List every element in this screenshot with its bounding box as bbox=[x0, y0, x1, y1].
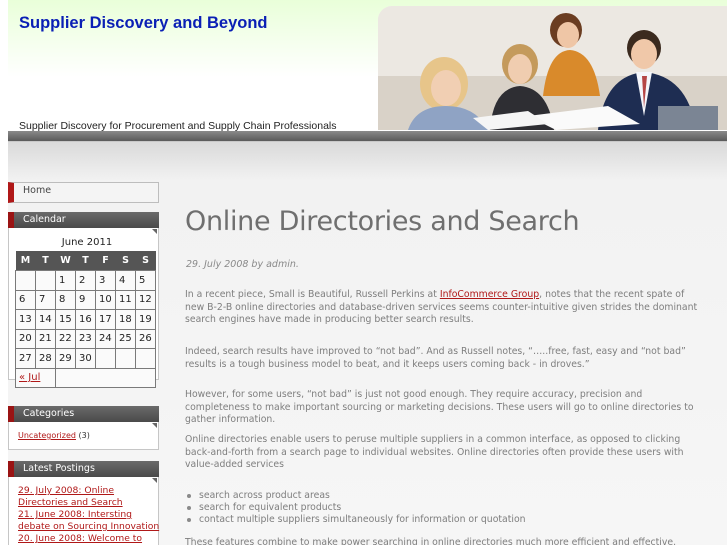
calendar-day: 27 bbox=[15, 348, 36, 369]
calendar-empty-cell bbox=[15, 270, 36, 291]
header-photo bbox=[378, 6, 727, 130]
calendar-day: 14 bbox=[35, 309, 56, 330]
calendar-day: 18 bbox=[115, 309, 136, 330]
latest-posting-item: 20. June 2008: Welcome to bbox=[18, 533, 160, 545]
calendar-day: 22 bbox=[55, 328, 76, 349]
post-paragraph-text: In a recent piece, Small is Beautiful, R… bbox=[185, 289, 440, 300]
calendar-day: 23 bbox=[75, 328, 96, 349]
calendar-day: 1 bbox=[55, 270, 76, 291]
calendar-empty-cell bbox=[135, 348, 156, 369]
list-item: contact multiple suppliers simultaneousl… bbox=[185, 514, 700, 526]
calendar-week-row: 6 7 8 9 10 11 12 bbox=[15, 289, 156, 310]
latest-postings-heading: Latest Postings bbox=[8, 461, 159, 477]
calendar-day: 21 bbox=[35, 328, 56, 349]
post-paragraph: However, for some users, “not bad” is ju… bbox=[185, 389, 694, 425]
categories-heading: Categories bbox=[8, 406, 159, 422]
category-item: Uncategorized (3) bbox=[18, 431, 90, 440]
calendar-table: June 2011 MTWTFSS 1 2 3 4 5 6 7 8 9 10 11 12 13 14 15 1… bbox=[15, 234, 156, 388]
calendar-prev-cell: « Jul bbox=[15, 367, 56, 388]
calendar-day: 26 bbox=[135, 328, 156, 349]
calendar-day: 2 bbox=[75, 270, 96, 291]
calendar-day: 20 bbox=[15, 328, 36, 349]
header-photo-illustration bbox=[378, 6, 727, 130]
calendar-weekday: S bbox=[115, 251, 136, 271]
post-bullet-list: search across product areas search for e… bbox=[185, 490, 700, 527]
category-link-uncategorized[interactable]: Uncategorized bbox=[18, 431, 76, 440]
calendar-heading: Calendar bbox=[8, 212, 159, 228]
post-title[interactable]: Online Directories and Search bbox=[185, 206, 580, 237]
calendar-day: 10 bbox=[95, 289, 116, 310]
latest-posting-link[interactable]: 21. June 2008: Intersting debate on Sour… bbox=[18, 509, 159, 532]
calendar-prev-link[interactable]: « Jul bbox=[19, 372, 40, 383]
calendar-day: 29 bbox=[55, 348, 76, 369]
corner-arrow-icon bbox=[152, 478, 157, 483]
calendar-day: 12 bbox=[135, 289, 156, 310]
calendar-day: 7 bbox=[35, 289, 56, 310]
latest-posting-link[interactable]: 20. June 2008: Welcome to bbox=[18, 533, 142, 544]
calendar-day: 13 bbox=[15, 309, 36, 330]
calendar-weekday: M bbox=[15, 251, 36, 271]
calendar-day: 17 bbox=[95, 309, 116, 330]
page-top-line bbox=[8, 141, 727, 142]
calendar-week-row: 12345 bbox=[15, 270, 156, 291]
calendar-month: June 2011 bbox=[61, 237, 113, 248]
category-count: (3) bbox=[78, 431, 90, 440]
calendar-day: 11 bbox=[115, 289, 136, 310]
categories-widget: Uncategorized (3) bbox=[8, 422, 159, 450]
latest-posting-item: 21. June 2008: Intersting debate on Sour… bbox=[18, 509, 160, 533]
calendar-widget: June 2011 MTWTFSS 1 2 3 4 5 6 7 8 9 10 11 12 13 14 15 1… bbox=[8, 228, 159, 388]
calendar-weekday: T bbox=[35, 251, 56, 271]
post-paragraph: These features combine to make power sea… bbox=[185, 537, 677, 545]
latest-posting-item: 29. July 2008: Online Directories and Se… bbox=[18, 485, 160, 509]
calendar-empty-cell bbox=[115, 348, 136, 369]
calendar-day: 8 bbox=[55, 289, 76, 310]
calendar-weekday: T bbox=[75, 251, 96, 271]
post-paragraph: In a recent piece, Small is Beautiful, R… bbox=[185, 289, 700, 327]
calendar-day: 28 bbox=[35, 348, 56, 369]
calendar-day: 15 bbox=[55, 309, 76, 330]
post-paragraph: Online directories enable users to perus… bbox=[185, 434, 684, 470]
calendar-week-row: 20 21 22 23 24 25 26 bbox=[15, 328, 156, 349]
latest-postings-widget: 29. July 2008: Online Directories and Se… bbox=[8, 477, 159, 545]
calendar-day: 30 bbox=[75, 348, 96, 369]
calendar-day: 3 bbox=[95, 270, 116, 291]
calendar-weekday: F bbox=[95, 251, 116, 271]
calendar-day: 4 bbox=[115, 270, 136, 291]
latest-posting-link[interactable]: 29. July 2008: Online Directories and Se… bbox=[18, 485, 123, 508]
calendar-day: 24 bbox=[95, 328, 116, 349]
corner-arrow-icon bbox=[152, 423, 157, 428]
calendar-day: 16 bbox=[75, 309, 96, 330]
calendar-day: 25 bbox=[115, 328, 136, 349]
list-item: search for equivalent products bbox=[185, 502, 700, 514]
calendar-day: 9 bbox=[75, 289, 96, 310]
calendar-day: 6 bbox=[15, 289, 36, 310]
calendar-week-row: 27 28 29 30 bbox=[15, 348, 156, 369]
calendar-week-row: 13 14 15 16 17 18 19 bbox=[15, 309, 156, 330]
calendar-day: 5 bbox=[135, 270, 156, 291]
site-title[interactable]: Supplier Discovery and Beyond bbox=[19, 14, 267, 33]
calendar-empty-cell bbox=[95, 348, 116, 369]
post-meta: 29. July 2008 by admin. bbox=[186, 259, 299, 270]
post-paragraph: Indeed, search results have improved to … bbox=[185, 346, 686, 370]
calendar-day: 19 bbox=[135, 309, 156, 330]
calendar-next-cell bbox=[55, 367, 156, 388]
latest-postings-list: 29. July 2008: Online Directories and Se… bbox=[18, 485, 160, 545]
header-divider bbox=[8, 131, 727, 141]
list-item: search across product areas bbox=[185, 490, 700, 502]
calendar-days: 1 2 3 4 5 6 7 8 9 10 11 12 13 14 15 16 17 18 19 20 21 22 23 24 2… bbox=[15, 270, 156, 369]
nav-home-link[interactable]: Home bbox=[8, 182, 159, 203]
calendar-weekday: W bbox=[55, 251, 76, 271]
site-header: Supplier Discovery and Beyond Supplier D… bbox=[8, 0, 727, 140]
calendar-weekday-row: MTWTFSS bbox=[15, 251, 156, 271]
calendar-empty-cell bbox=[35, 270, 56, 291]
infocommerce-link[interactable]: InfoCommerce Group bbox=[440, 289, 539, 300]
calendar-weekday: S bbox=[135, 251, 156, 271]
